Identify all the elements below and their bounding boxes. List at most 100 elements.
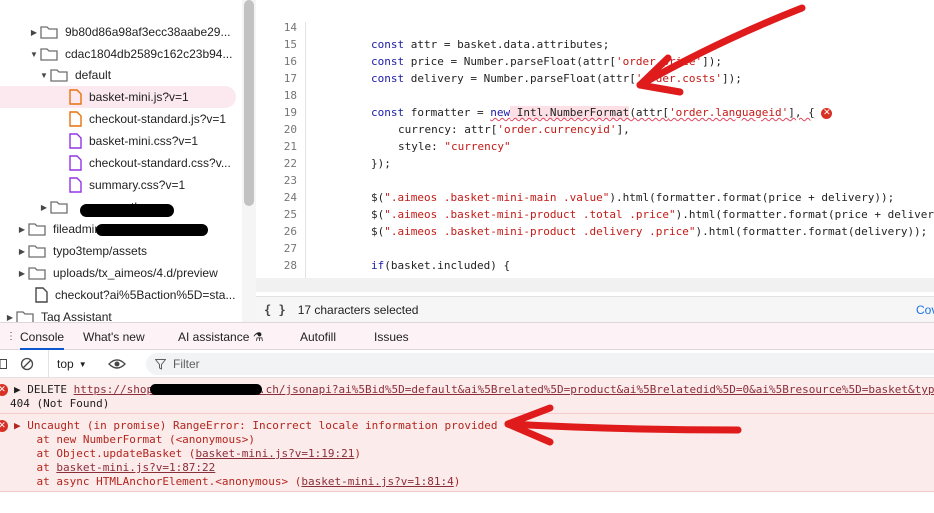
line-number: 15 — [283, 38, 297, 51]
js-file-icon — [69, 89, 82, 105]
tree-item-folder-uploads[interactable]: ▶ uploads/tx_aimeos/4.d/preview — [0, 262, 236, 284]
expand-arrow-icon[interactable]: ▶ — [4, 313, 16, 322]
tree-item-label: checkout?ai%5Baction%5D=sta... — [55, 288, 236, 302]
folder-icon — [40, 26, 58, 39]
redaction-mark — [96, 224, 208, 236]
folder-icon — [28, 245, 46, 258]
expand-arrow-icon[interactable]: ▶ — [38, 203, 50, 212]
console-filter-input[interactable]: Filter — [146, 353, 934, 375]
stack-source-link[interactable]: basket-mini.js?v=1:19:21 — [195, 447, 354, 460]
tree-item-label: fileadmin — [53, 222, 102, 236]
stack-source-link[interactable]: basket-mini.js?v=1:87:22 — [56, 461, 215, 474]
expand-arrow-icon[interactable]: ▶ — [16, 269, 28, 278]
redaction-mark — [150, 384, 262, 395]
editor-horizontal-scrollbar[interactable] — [256, 278, 934, 292]
code-line-24: $(".aimeos .basket-mini-main .value").ht… — [371, 191, 895, 204]
stack-line: at basket-mini.js?v=1:87:22 — [10, 461, 216, 474]
tab-ai-assistance[interactable]: AI assistance ⚗ — [178, 323, 263, 350]
tree-item-file-basket-mini-css[interactable]: basket-mini.css?v=1 — [0, 130, 236, 152]
drawer-tab-bar: ⋮ Console What's new AI assistance ⚗ Aut… — [0, 322, 934, 350]
folder-icon — [28, 223, 46, 236]
tree-item-file-checkout-standard-css[interactable]: checkout-standard.css?v... — [0, 152, 236, 174]
error-icon: ✕ — [0, 420, 8, 432]
context-selector[interactable]: top ▼ — [48, 350, 87, 378]
line-number-gutter: 14 15 16 17 18 19 20 21 22 23 24 25 26 2… — [256, 22, 306, 278]
code-line-21: style: "currency" — [398, 140, 511, 153]
code-line-20: currency: attr['order.currencyid'], — [398, 123, 630, 136]
line-number: 17 — [283, 72, 297, 85]
coverage-link[interactable]: Coverage — [916, 303, 934, 317]
folder-open-icon — [40, 48, 58, 61]
css-file-icon — [69, 155, 82, 171]
document-file-icon — [35, 287, 48, 303]
tree-item-label: basket-mini.js?v=1 — [89, 90, 189, 104]
stack-line: at new NumberFormat (<anonymous>) — [10, 433, 256, 446]
tab-issues[interactable]: Issues — [374, 323, 409, 350]
line-number: 16 — [283, 55, 297, 68]
code-content: const attr = basket.data.attributes; con… — [316, 22, 934, 278]
tab-ai-assistance-label: AI assistance — [178, 330, 250, 344]
folder-open-icon — [50, 69, 68, 82]
line-number: 23 — [283, 174, 297, 187]
code-line-26: $(".aimeos .basket-mini-product .deliver… — [371, 225, 928, 238]
code-editor[interactable]: 14 15 16 17 18 19 20 21 22 23 24 25 26 2… — [256, 22, 934, 278]
css-file-icon — [69, 133, 82, 149]
stack-line: at Object.updateBasket (basket-mini.js?v… — [10, 447, 362, 460]
context-selector-value: top — [57, 357, 74, 371]
pretty-print-braces-icon[interactable]: { } — [264, 303, 286, 317]
code-line-25: $(".aimeos .basket-mini-product .total .… — [371, 208, 934, 221]
expand-arrow-icon[interactable]: ▶ — [16, 225, 28, 234]
code-line-16: const price = Number.parseFloat(attr['or… — [371, 55, 723, 68]
error-marker-icon[interactable]: ✕ — [821, 107, 833, 119]
tab-whats-new[interactable]: What's new — [83, 323, 145, 350]
collapse-arrow-icon[interactable]: ▼ — [28, 50, 40, 59]
tree-item-label: default — [75, 68, 112, 82]
console-toolbar: top ▼ Filter — [0, 350, 934, 378]
collapse-arrow-icon[interactable]: ▼ — [38, 71, 50, 80]
tree-item-file-checkout-standard-js[interactable]: checkout-standard.js?v=1 — [0, 108, 236, 130]
tree-item-file-summary-css[interactable]: summary.css?v=1 — [0, 174, 236, 196]
clear-console-icon[interactable] — [20, 350, 34, 378]
code-line-19: const formatter = new Intl.NumberFormat(… — [371, 106, 833, 119]
tree-item-folder-typo3temp[interactable]: ▶ typo3temp/assets — [0, 240, 236, 262]
live-expression-eye-icon[interactable] — [108, 350, 126, 378]
code-line-28: if(basket.included) { — [371, 259, 511, 272]
line-number: 14 — [283, 22, 297, 34]
line-number: 27 — [283, 242, 297, 255]
file-tree: ▶ 9b80d86a98af3ecc38aabe29... ▼ cdac1804… — [0, 0, 242, 322]
filter-funnel-icon — [155, 358, 166, 370]
tree-scrollbar-thumb[interactable] — [244, 0, 254, 206]
folder-icon — [50, 201, 68, 214]
tree-item-folder-9b80[interactable]: ▶ 9b80d86a98af3ecc38aabe29... — [0, 21, 236, 43]
tree-item-file-basket-mini-js[interactable]: basket-mini.js?v=1 — [0, 86, 236, 108]
error-icon: ✕ — [0, 384, 8, 396]
tree-item-label: basket-mini.css?v=1 — [89, 134, 199, 148]
line-number: 19 — [283, 106, 297, 119]
tree-item-label: Tag Assistant — [41, 310, 112, 322]
tree-item-file-checkout[interactable]: checkout?ai%5Baction%5D=sta... — [0, 284, 236, 306]
expand-arrow-icon[interactable]: ▶ — [16, 247, 28, 256]
tab-autofill[interactable]: Autofill — [300, 323, 336, 350]
tree-item-label: uploads/tx_aimeos/4.d/preview — [53, 266, 218, 280]
tab-console[interactable]: Console — [20, 323, 65, 350]
code-line-17: const delivery = Number.parseFloat(attr[… — [371, 72, 742, 85]
selection-status-text: 17 characters selected — [297, 302, 419, 317]
message-line[interactable]: ▶ Uncaught (in promise) RangeError: Inco… — [14, 419, 497, 433]
tree-item-folder-cdac[interactable]: ▼ cdac1804db2589c162c23b94... — [0, 43, 236, 65]
sidebar-toggle-icon[interactable] — [0, 350, 8, 378]
tree-item-folder-default[interactable]: ▼ default — [0, 64, 236, 86]
js-file-icon — [69, 111, 82, 127]
line-number: 25 — [283, 208, 297, 221]
stack-source-link[interactable]: basket-mini.js?v=1:81:4 — [301, 475, 453, 488]
tree-item-label: checkout-standard.css?v... — [89, 156, 231, 170]
filter-placeholder: Filter — [173, 357, 200, 371]
tree-item-label: cdac1804db2589c162c23b94... — [65, 47, 233, 61]
css-file-icon — [69, 177, 82, 193]
line-number: 24 — [283, 191, 297, 204]
drawer-menu-icon[interactable]: ⋮ — [6, 323, 16, 350]
expand-arrow-icon[interactable]: ▶ — [28, 28, 40, 37]
tree-item-tag-assistant[interactable]: ▶ Tag Assistant — [0, 306, 236, 322]
tree-item-label: typo3temp/assets — [53, 244, 148, 258]
folder-icon — [16, 311, 34, 322]
line-number: 21 — [283, 140, 297, 153]
